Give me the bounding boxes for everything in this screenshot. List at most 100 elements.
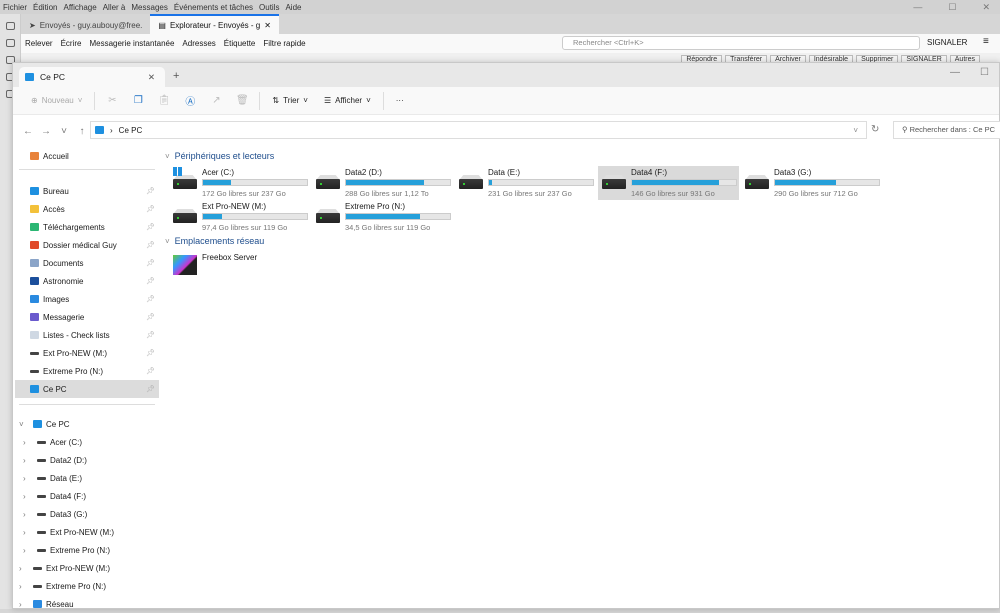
sidebar-item[interactable]: Dossier médical Guy 📌︎ [15,236,159,254]
cut-icon[interactable]: ✂ [99,95,125,106]
thunderbird-search-input[interactable]: Rechercher <Ctrl+K> [562,36,920,50]
forward-icon[interactable]: → [37,126,55,137]
menu-item[interactable]: Outils [259,3,279,12]
close-tab-icon[interactable]: ✕ [264,21,271,30]
chevron-right-icon[interactable]: › [19,582,22,591]
chevron-right-icon[interactable]: › [23,474,26,483]
drive-tile[interactable]: Data3 (G:) 290 Go libres sur 712 Go [741,166,882,200]
chevron-right-icon[interactable]: › [23,546,26,555]
share-icon[interactable]: ↗ [203,95,229,106]
menu-item[interactable]: Fichier [3,3,27,12]
pin-icon[interactable]: 📌︎ [146,385,155,393]
pin-icon[interactable]: 📌︎ [146,349,155,357]
minimize-icon[interactable]: — [950,67,960,78]
paste-icon[interactable]: 📋︎ [151,95,177,106]
sidebar-item[interactable]: ˅ Ce PC [15,415,159,433]
sidebar-item[interactable]: Astronomie 📌︎ [15,272,159,290]
view-button[interactable]: ☰ Afficher ˅ [316,96,379,105]
sidebar-item[interactable]: Ce PC 📌︎ [15,380,159,398]
minimize-icon[interactable]: — [913,2,922,13]
sidebar-item[interactable]: › Data3 (G:) [15,505,159,523]
drive-tile[interactable]: Ext Pro-NEW (M:) 97,4 Go libres sur 119 G… [169,200,310,234]
toolbar-button[interactable]: Relever [25,39,53,48]
pin-icon[interactable]: 📌︎ [146,259,155,267]
copy-icon[interactable]: ❐ [125,95,151,106]
chevron-right-icon[interactable]: › [23,438,26,447]
menu-item[interactable]: Événements et tâches [174,3,253,12]
sidebar-item[interactable]: Documents 📌︎ [15,254,159,272]
sidebar-item[interactable]: › Ext Pro-NEW (M:) [15,523,159,541]
pin-icon[interactable]: 📌︎ [146,331,155,339]
pin-icon[interactable]: 📌︎ [146,223,155,231]
chevron-right-icon[interactable]: › [23,492,26,501]
hamburger-menu-icon[interactable]: ≡ [983,36,989,47]
chevron-down-icon[interactable]: ˅ [853,126,858,135]
sidebar-item[interactable]: Ext Pro-NEW (M:) 📌︎ [15,344,159,362]
close-icon[interactable]: ✕ [982,2,990,13]
menu-item[interactable]: Affichage [63,3,96,12]
tab-sent[interactable]: ➤ Envoyés - guy.aubouy@free. [21,16,150,34]
navigation-pane[interactable]: Accueil Bureau 📌︎ Accès 📌︎ Téléchargements 📌︎ D… [13,147,161,609]
close-tab-icon[interactable]: ✕ [148,72,155,83]
address-book-icon[interactable] [5,39,15,47]
recent-chevron-icon[interactable]: ˅ [55,126,73,137]
pin-icon[interactable]: 📌︎ [146,187,155,195]
sidebar-item[interactable]: › Acer (C:) [15,433,159,451]
chevron-right-icon[interactable]: › [23,510,26,519]
drive-tile[interactable]: Data (E:) 231 Go libres sur 237 Go [455,166,596,200]
sidebar-item[interactable]: Messagerie 📌︎ [15,308,159,326]
toolbar-button[interactable]: Messagerie instantanée [89,39,174,48]
delete-icon[interactable]: 🗑︎ [229,95,255,106]
sidebar-item[interactable]: Images 📌︎ [15,290,159,308]
sidebar-item[interactable]: › Réseau [15,595,159,613]
pin-icon[interactable]: 📌︎ [146,205,155,213]
sidebar-item[interactable]: Listes - Check lists 📌︎ [15,326,159,344]
toolbar-button[interactable]: Étiquette [224,39,256,48]
group-devices-header[interactable]: ˅ Périphériques et lecteurs [165,151,274,161]
sort-button[interactable]: ⇅ Trier ˅ [264,96,316,105]
sidebar-item[interactable]: Accueil [15,147,159,165]
sidebar-item[interactable]: › Extreme Pro (N:) [15,541,159,559]
drive-tile[interactable]: Extreme Pro (N:) 34,5 Go libres sur 119 G… [312,200,453,234]
maximize-icon[interactable]: ☐ [948,2,956,13]
new-tab-button[interactable]: + [173,70,179,82]
signal-button[interactable]: SIGNALER [927,38,967,47]
chevron-right-icon[interactable]: ˅ [19,420,24,429]
explorer-tab[interactable]: Ce PC ✕ [19,67,165,87]
chevron-right-icon[interactable]: › [23,528,26,537]
pin-icon[interactable]: 📌︎ [146,295,155,303]
chevron-right-icon[interactable]: › [19,564,22,573]
back-icon[interactable]: ← [19,126,37,137]
menu-item[interactable]: Aller à [103,3,126,12]
pin-icon[interactable]: 📌︎ [146,277,155,285]
toolbar-button[interactable]: Écrire [61,39,82,48]
sidebar-item[interactable]: › Data2 (D:) [15,451,159,469]
toolbar-button[interactable]: Adresses [182,39,215,48]
sidebar-item[interactable]: Extreme Pro (N:) 📌︎ [15,362,159,380]
search-input[interactable]: ⚲ Rechercher dans : Ce PC [893,121,1000,139]
maximize-icon[interactable]: ☐ [980,67,989,78]
rename-icon[interactable]: Ⓐ [177,93,203,108]
up-icon[interactable]: ↑ [73,126,91,137]
drive-tile[interactable]: Data4 (F:) 146 Go libres sur 931 Go [598,166,739,200]
refresh-icon[interactable]: ↻ [871,124,879,135]
pin-icon[interactable]: 📌︎ [146,241,155,249]
drive-tile[interactable]: Acer (C:) 172 Go libres sur 237 Go [169,166,310,200]
more-button[interactable]: ··· [388,96,412,105]
address-bar[interactable]: › Ce PC ˅ [90,121,867,139]
menu-item[interactable]: Aide [285,3,301,12]
sidebar-item[interactable]: Accès 📌︎ [15,200,159,218]
sidebar-item[interactable]: › Data4 (F:) [15,487,159,505]
breadcrumb-item[interactable]: Ce PC [119,126,143,135]
network-location-tile[interactable]: Freebox Server [169,251,310,285]
sidebar-item[interactable]: › Extreme Pro (N:) [15,577,159,595]
sidebar-item[interactable]: Téléchargements 📌︎ [15,218,159,236]
sidebar-item[interactable]: › Ext Pro-NEW (M:) [15,559,159,577]
sidebar-item[interactable]: Bureau 📌︎ [15,182,159,200]
menu-item[interactable]: Édition [33,3,57,12]
sidebar-item[interactable]: › Data (E:) [15,469,159,487]
mail-icon[interactable] [5,22,15,30]
tab-explorer[interactable]: ▤ Explorateur - Envoyés - g ✕ [150,14,279,34]
menu-item[interactable]: Messages [131,3,167,12]
toolbar-button[interactable]: Filtre rapide [263,39,305,48]
